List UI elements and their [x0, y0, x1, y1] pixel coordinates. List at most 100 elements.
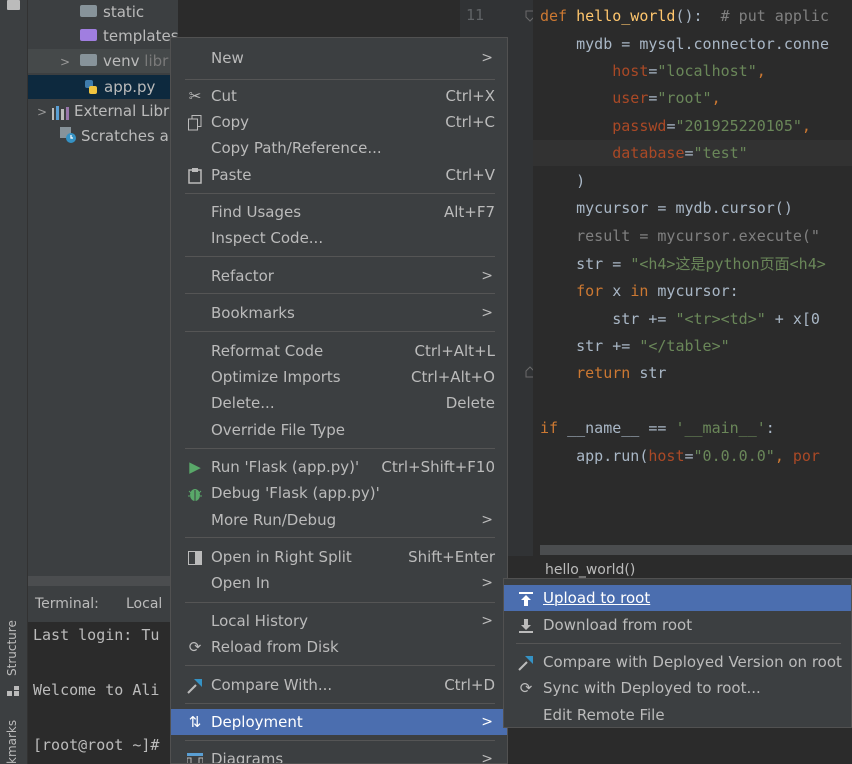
code-line: if __name__ == '__main__':	[540, 419, 775, 437]
menu-item-local-history[interactable]: Local History >	[171, 608, 507, 634]
menu-separator	[185, 293, 495, 294]
menu-item-diagrams[interactable]: Diagrams >	[171, 746, 507, 763]
panel-resize-bar[interactable]	[28, 576, 178, 586]
menu-item-reload-from-disk[interactable]: ⟳ Reload from Disk	[171, 634, 507, 660]
menu-item-override-file-type[interactable]: Override File Type	[171, 417, 507, 443]
chevron-right-icon: >	[481, 575, 493, 591]
chevron-right-icon[interactable]: >	[58, 50, 72, 74]
code-line: str += "<tr><td>" + x[0	[540, 310, 820, 328]
code-line: )	[540, 172, 586, 190]
chevron-right-icon: >	[481, 50, 493, 66]
tool-window-strip: Structure kmarks	[0, 0, 28, 764]
menu-separator	[185, 665, 495, 666]
project-panel: static templates > venv libr app.py > Ext…	[28, 0, 178, 576]
submenu-item-sync[interactable]: ⟳ Sync with Deployed to root...	[504, 675, 851, 701]
library-root-label: libr	[144, 52, 169, 70]
tree-item-external-libraries[interactable]: > External Libr	[28, 99, 178, 123]
structure-icon[interactable]	[7, 684, 19, 696]
folder-icon	[80, 53, 97, 66]
folder-icon	[80, 28, 97, 41]
menu-item-delete[interactable]: Delete... Delete	[171, 390, 507, 416]
menu-separator	[185, 256, 495, 257]
chevron-right-icon: >	[481, 305, 493, 321]
breadcrumb-item[interactable]: hello_world()	[545, 562, 635, 578]
menu-item-paste[interactable]: Paste Ctrl+V	[171, 162, 507, 188]
terminal-output[interactable]: Last login: Tu Welcome to Ali [root@root…	[28, 622, 178, 764]
menu-separator	[185, 193, 495, 194]
terminal-line: Last login: Tu	[33, 626, 160, 644]
tree-item-static[interactable]: static	[28, 0, 178, 24]
terminal-line: [root@root ~]#	[33, 736, 160, 754]
compare-icon	[516, 649, 536, 675]
code-line: mydb = mysql.connector.conne	[540, 35, 829, 53]
tree-item-label: static	[103, 3, 145, 21]
menu-item-cut[interactable]: ✂ Cut Ctrl+X	[171, 83, 507, 109]
tree-item-venv[interactable]: > venv libr	[28, 49, 178, 73]
tree-item-label: venv	[103, 52, 140, 70]
chevron-right-icon: >	[481, 714, 493, 730]
tree-item-label: External Libr	[74, 102, 170, 120]
editor-breadcrumb[interactable]: hello_world()	[533, 556, 852, 578]
run-icon: ▶	[189, 458, 201, 476]
menu-item-refactor[interactable]: Refactor >	[171, 263, 507, 289]
clipboard-icon	[185, 162, 205, 188]
chevron-right-icon: >	[481, 613, 493, 629]
menu-separator	[185, 79, 495, 80]
menu-separator	[185, 537, 495, 538]
bookmarks-tab[interactable]: kmarks	[5, 720, 19, 764]
terminal-title: Terminal:	[35, 596, 99, 612]
chevron-right-icon[interactable]: >	[35, 100, 49, 124]
submenu-item-upload[interactable]: Upload to root	[504, 585, 851, 611]
tree-item-label: app.py	[104, 78, 156, 96]
menu-item-find-usages[interactable]: Find Usages Alt+F7	[171, 199, 507, 225]
copy-icon	[185, 109, 205, 135]
deployment-icon: ⇅	[188, 713, 202, 731]
menu-item-debug[interactable]: Debug 'Flask (app.py)'	[171, 480, 507, 506]
project-icon[interactable]	[7, 0, 20, 10]
tree-item-app-py[interactable]: app.py	[28, 75, 178, 99]
submenu-item-compare-deployed[interactable]: Compare with Deployed Version on root	[504, 649, 851, 675]
menu-item-copy[interactable]: Copy Ctrl+C	[171, 109, 507, 135]
submenu-item-download[interactable]: Download from root	[504, 612, 851, 638]
terminal-header: Terminal: Local	[28, 586, 178, 622]
menu-separator	[516, 643, 841, 644]
menu-item-optimize-imports[interactable]: Optimize Imports Ctrl+Alt+O	[171, 364, 507, 390]
horizontal-scrollbar[interactable]	[540, 545, 852, 555]
menu-item-open-right-split[interactable]: Open in Right Split Shift+Enter	[171, 544, 507, 570]
code-line: result = mycursor.execute("	[540, 227, 820, 245]
code-line: return str	[540, 364, 667, 382]
menu-item-open-in[interactable]: Open In >	[171, 570, 507, 596]
chevron-right-icon: >	[481, 268, 493, 284]
scratches-icon	[59, 126, 77, 144]
tree-item-label: Scratches an	[81, 127, 178, 145]
submenu-item-edit-remote[interactable]: Edit Remote File	[504, 702, 851, 728]
deployment-submenu: Upload to root Download from root Compar…	[503, 578, 852, 728]
menu-separator	[185, 703, 495, 704]
split-icon	[185, 544, 205, 570]
menu-item-reformat-code[interactable]: Reformat Code Ctrl+Alt+L	[171, 338, 507, 364]
line-number: 11	[466, 6, 485, 24]
terminal-tab-local[interactable]: Local	[126, 596, 162, 612]
menu-item-inspect-code[interactable]: Inspect Code...	[171, 225, 507, 251]
menu-separator	[185, 602, 495, 603]
diagram-icon	[185, 746, 205, 763]
download-icon	[516, 612, 536, 638]
menu-item-more-run-debug[interactable]: More Run/Debug >	[171, 507, 507, 533]
refresh-icon: ⟳	[188, 638, 202, 656]
menu-item-compare-with[interactable]: Compare With... Ctrl+D	[171, 672, 507, 698]
menu-item-deployment[interactable]: ⇅ Deployment >	[171, 709, 507, 735]
tree-item-templates[interactable]: templates	[28, 24, 178, 48]
upload-icon	[516, 585, 536, 611]
structure-tab[interactable]: Structure	[5, 620, 19, 676]
menu-item-copy-path[interactable]: Copy Path/Reference...	[171, 135, 507, 161]
menu-item-new[interactable]: New >	[171, 45, 507, 71]
menu-item-bookmarks[interactable]: Bookmarks >	[171, 300, 507, 326]
tree-item-label: templates	[103, 27, 178, 45]
tree-item-scratches[interactable]: Scratches an	[28, 124, 178, 148]
code-line: passwd="201925220105",	[540, 117, 811, 135]
menu-item-run[interactable]: ▶ Run 'Flask (app.py)' Ctrl+Shift+F10	[171, 454, 507, 480]
code-editor[interactable]: def hello_world(): # put applic mydb = m…	[533, 0, 852, 556]
code-line: for x in mycursor:	[540, 282, 739, 300]
library-icon	[52, 103, 70, 120]
code-line: def hello_world(): # put applic	[540, 7, 829, 25]
